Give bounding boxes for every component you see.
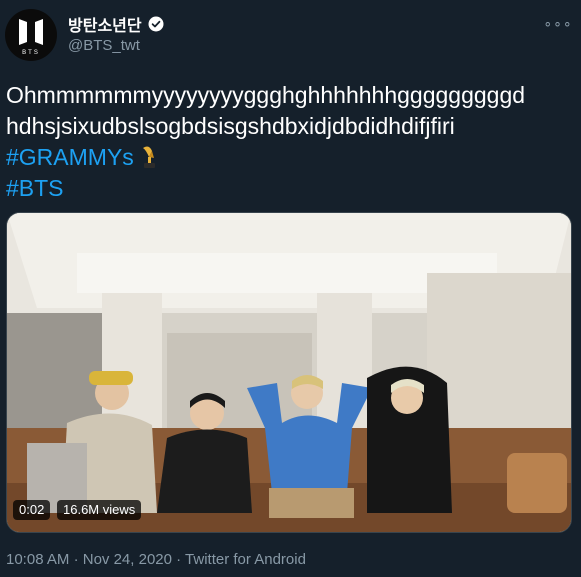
grammy-trophy-icon bbox=[142, 146, 155, 168]
video-time-badge: 0:02 bbox=[13, 500, 51, 520]
person-4 bbox=[367, 366, 452, 513]
hashtag-line-1: #GRAMMYs bbox=[6, 142, 576, 173]
more-icon[interactable]: ∘∘∘ bbox=[543, 10, 571, 36]
tweet-line-2: hdhsjsixudbslsogbdsisgshdbxidjdbdidhdifj… bbox=[6, 113, 455, 139]
tweet-date[interactable]: Nov 24, 2020 bbox=[83, 551, 172, 568]
hashtag-bts[interactable]: #BTS bbox=[6, 175, 64, 201]
meta-separator: · bbox=[73, 551, 79, 568]
bts-logo-icon: BTS bbox=[19, 19, 43, 56]
avatar[interactable]: BTS bbox=[5, 9, 57, 61]
tweet-line-1: Ohmmmmmmyyyyyyyyggghghhhhhhhgggggggggd bbox=[6, 82, 526, 108]
tweet-text: Ohmmmmmmyyyyyyyyggghghhhhhhhgggggggggd h… bbox=[6, 80, 576, 204]
tweet-time[interactable]: 10:08 AM bbox=[6, 551, 69, 568]
avatar-logo-text: BTS bbox=[22, 50, 40, 56]
author-handle[interactable]: @BTS_twt bbox=[68, 37, 140, 54]
hashtag-line-2: #BTS bbox=[6, 173, 576, 204]
display-name[interactable]: 방탄소년단 bbox=[68, 12, 142, 36]
video-player[interactable] bbox=[6, 212, 572, 533]
meta-separator-2: · bbox=[176, 551, 182, 568]
video-views-badge: 16.6M views bbox=[57, 500, 142, 520]
hashtag-grammys[interactable]: #GRAMMYs bbox=[6, 144, 134, 170]
video-frame bbox=[7, 213, 571, 532]
verified-badge-icon bbox=[148, 16, 164, 32]
tweet-source[interactable]: Twitter for Android bbox=[185, 551, 306, 568]
tweet-meta: 10:08 AM · Nov 24, 2020 · Twitter for An… bbox=[6, 551, 306, 568]
author-name-row[interactable]: 방탄소년단 bbox=[68, 12, 165, 36]
